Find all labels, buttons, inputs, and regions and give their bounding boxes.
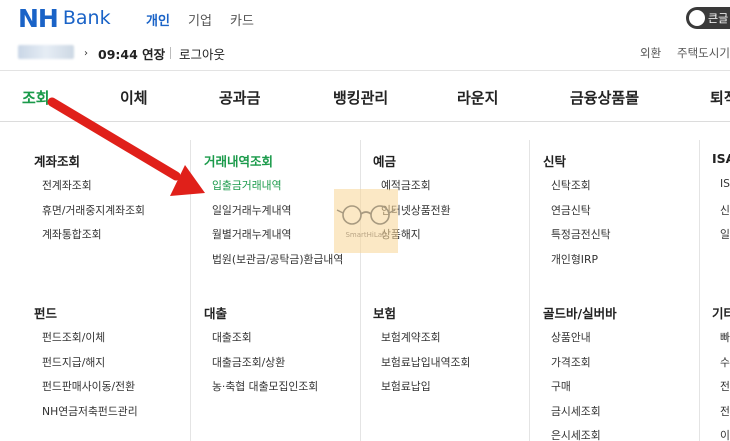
section-title: 대출 xyxy=(204,306,228,321)
session-timer-extend[interactable]: 09:44 연장 xyxy=(98,44,165,63)
menu-item[interactable]: 휴면/거래중지계좌조회 xyxy=(34,202,145,227)
section-title: 펀드 xyxy=(34,306,58,321)
menu-item[interactable]: 펀드판매사이동/전환 xyxy=(34,378,138,403)
section-fund: 펀드 펀드조회/이체 펀드지급/해지 펀드판매사이동/전환 NH연금저축펀드관리 xyxy=(34,303,138,427)
chevron-right-icon: › xyxy=(84,48,88,59)
menu-item[interactable]: 가격조회 xyxy=(543,354,617,379)
menu-item[interactable]: 연금신탁 xyxy=(543,202,611,227)
menu-item[interactable]: 보험료납입 xyxy=(373,378,470,403)
section-trust: 신탁 신탁조회 연금신탁 특정금전신탁 개인형IRP xyxy=(543,151,611,275)
menu-item[interactable]: 특정금전신탁 xyxy=(543,226,611,251)
menu-item[interactable]: 빠 xyxy=(712,329,730,354)
menu-item[interactable]: 보험료납입내역조회 xyxy=(373,354,470,379)
glasses-icon xyxy=(336,205,396,225)
menu-item[interactable]: 전 xyxy=(712,403,730,428)
logout-link[interactable]: 로그아웃 xyxy=(179,44,225,63)
section-title: 계좌조회 xyxy=(34,154,81,169)
menu-item[interactable]: 은시세조회 xyxy=(543,427,617,441)
session-bar: › 09:44 연장 로그아웃 외환 주택도시기 xyxy=(0,38,730,68)
menu-item[interactable]: 계좌통합조회 xyxy=(34,226,145,251)
menu-item[interactable]: 신 xyxy=(712,202,730,227)
menu-item[interactable]: 대출금조회/상환 xyxy=(204,354,318,379)
menu-item[interactable]: 월별거래누계내역 xyxy=(204,226,343,251)
menu-item[interactable]: 일일거래누계내역 xyxy=(204,202,343,227)
menu-item[interactable]: 법원(보관금/공탁금)환급내역 xyxy=(204,251,343,276)
section-title: 보험 xyxy=(373,306,397,321)
logo-bank-text: Bank xyxy=(62,7,111,29)
logo-nh-text: NH xyxy=(18,3,59,33)
mainnav-banking-management[interactable]: 뱅킹관리 xyxy=(333,87,388,108)
menu-item[interactable]: 대출조회 xyxy=(204,329,318,354)
column-divider xyxy=(190,140,191,441)
section-etc: 기타 빠 수 전 전 이 xyxy=(712,303,730,441)
menu-item[interactable]: 펀드조회/이체 xyxy=(34,329,138,354)
menu-item[interactable]: 상품안내 xyxy=(543,329,617,354)
menu-item[interactable]: 신탁조회 xyxy=(543,177,611,202)
menu-item[interactable]: 개인형IRP xyxy=(543,251,611,276)
menu-item[interactable]: 전계좌조회 xyxy=(34,177,145,202)
section-title: ISA xyxy=(712,151,730,166)
section-title: 예금 xyxy=(373,154,397,169)
toggle-label: 큰글 xyxy=(708,12,729,25)
topnav-card[interactable]: 카드 xyxy=(230,10,254,29)
user-name-blurred xyxy=(18,45,74,59)
section-transaction-history: 거래내역조회 입출금거래내역 일일거래누계내역 월별거래누계내역 법원(보관금/… xyxy=(204,151,343,275)
section-loan: 대출 대출조회 대출금조회/상환 농·축협 대출모집인조회 xyxy=(204,303,318,403)
nh-bank-logo[interactable]: NH Bank xyxy=(18,3,111,33)
util-link-housing[interactable]: 주택도시기 xyxy=(677,45,730,61)
mainnav-lounge[interactable]: 라운지 xyxy=(457,87,498,108)
column-divider xyxy=(529,140,530,441)
section-title: 골드바/실버바 xyxy=(543,306,617,321)
section-account-inquiry: 계좌조회 전계좌조회 휴면/거래중지계좌조회 계좌통합조회 xyxy=(34,151,145,251)
menu-item[interactable]: 이 xyxy=(712,427,730,441)
section-title: 기타 xyxy=(712,306,730,321)
mainnav-transfer[interactable]: 이체 xyxy=(120,87,148,108)
divider xyxy=(170,47,171,59)
menu-item[interactable]: NH연금저축펀드관리 xyxy=(34,403,138,428)
menu-item-deposit-withdrawal-history[interactable]: 입출금거래내역 xyxy=(204,177,343,202)
section-gold-silver: 골드바/실버바 상품안내 가격조회 구매 금시세조회 은시세조회 xyxy=(543,303,617,441)
menu-item[interactable]: 일 xyxy=(712,226,730,251)
section-title: 거래내역조회 xyxy=(204,154,274,169)
toggle-knob xyxy=(689,10,705,26)
column-divider xyxy=(699,140,700,441)
smarthilab-watermark: SmartHiLab xyxy=(334,189,398,253)
topnav-personal[interactable]: 개인 xyxy=(146,10,170,29)
mainnav-inquiry[interactable]: 조회 xyxy=(22,87,50,108)
large-text-toggle[interactable]: 큰글 xyxy=(686,7,730,29)
mainnav-financial-mall[interactable]: 금융상품몰 xyxy=(570,87,639,108)
mainnav-utility-bills[interactable]: 공과금 xyxy=(219,87,260,108)
topnav-corporate[interactable]: 기업 xyxy=(188,10,212,29)
mainnav-retirement[interactable]: 퇴직 xyxy=(710,87,730,108)
menu-item[interactable]: 전 xyxy=(712,378,730,403)
top-bar: NH Bank 개인 기업 카드 큰글 xyxy=(0,0,730,36)
menu-item[interactable]: 보험계약조회 xyxy=(373,329,470,354)
menu-item[interactable]: 금시세조회 xyxy=(543,403,617,428)
menu-item[interactable]: IS xyxy=(712,177,730,202)
column-divider xyxy=(360,140,361,441)
section-title: 신탁 xyxy=(543,154,567,169)
watermark-text: SmartHiLab xyxy=(345,231,387,239)
main-nav: 조회 이체 공과금 뱅킹관리 라운지 금융상품몰 퇴직 xyxy=(0,70,730,122)
section-isa: ISA IS 신 일 xyxy=(712,151,730,251)
util-link-forex[interactable]: 외환 xyxy=(640,45,661,61)
menu-item[interactable]: 농·축협 대출모집인조회 xyxy=(204,378,318,403)
section-insurance: 보험 보험계약조회 보험료납입내역조회 보험료납입 xyxy=(373,303,470,403)
menu-item[interactable]: 구매 xyxy=(543,378,617,403)
menu-item[interactable]: 펀드지급/해지 xyxy=(34,354,138,379)
menu-item[interactable]: 수 xyxy=(712,354,730,379)
